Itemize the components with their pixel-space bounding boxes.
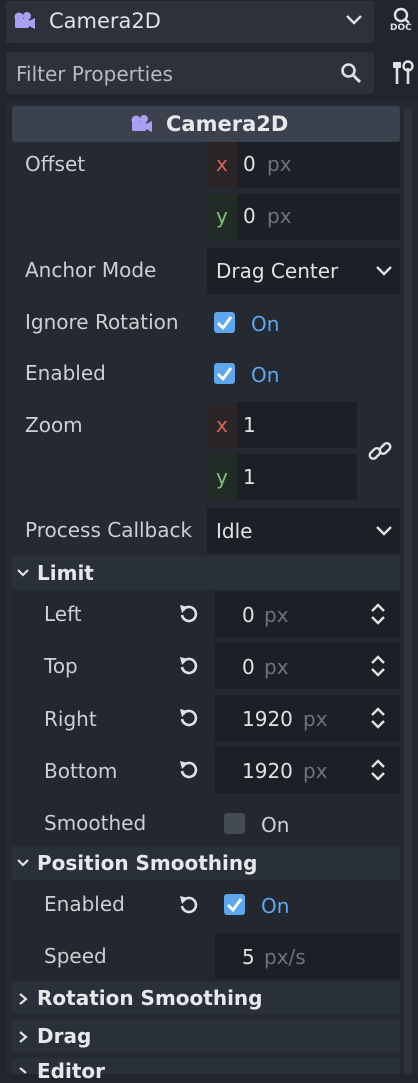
limit-bottom-unit: px <box>303 759 328 783</box>
offset-y-unit: px <box>267 204 292 228</box>
limit-smoothed-label: Smoothed <box>44 811 147 835</box>
chevron-right-icon <box>18 1030 28 1044</box>
limit-bottom-value: 1920 <box>242 759 293 783</box>
enabled-checkbox[interactable] <box>214 363 235 384</box>
enabled-state: On <box>251 363 280 387</box>
limit-top-unit: px <box>264 655 289 679</box>
node-name: Camera2D <box>49 9 161 33</box>
ps-enabled-state: On <box>261 894 290 918</box>
process-callback-value: Idle <box>216 519 253 543</box>
limit-top-label: Top <box>44 654 78 678</box>
zoom-y-value: 1 <box>243 465 256 489</box>
spinner-icon[interactable] <box>369 706 387 730</box>
rotation-smoothing-title: Rotation Smoothing <box>37 986 263 1010</box>
zoom-y-axis-label: y <box>216 465 228 489</box>
offset-x-value: 0 <box>243 152 256 176</box>
offset-x-axis-label: x <box>216 152 228 176</box>
limit-right-value: 1920 <box>242 707 293 731</box>
enabled-label: Enabled <box>25 361 106 385</box>
zoom-x-value: 1 <box>243 413 256 437</box>
chevron-down-icon <box>16 567 30 579</box>
doc-label: DOC <box>390 23 412 33</box>
revert-icon[interactable] <box>178 707 200 729</box>
spinner-icon[interactable] <box>369 602 387 626</box>
revert-icon[interactable] <box>178 655 200 677</box>
camera-icon <box>130 113 154 135</box>
chevron-down-icon[interactable] <box>345 13 363 27</box>
chevron-right-icon <box>18 1066 28 1074</box>
offset-label: Offset <box>25 152 86 176</box>
zoom-x-axis-label: x <box>216 413 228 437</box>
chevron-down-icon <box>16 857 30 869</box>
limit-bottom-label: Bottom <box>44 759 118 783</box>
limit-left-label: Left <box>44 602 82 626</box>
ignore-rotation-field[interactable] <box>207 300 400 346</box>
revert-icon[interactable] <box>178 759 200 781</box>
spinner-icon[interactable] <box>369 758 387 782</box>
ignore-rotation-label: Ignore Rotation <box>25 310 179 334</box>
ps-speed-label: Speed <box>44 944 107 968</box>
limit-right-label: Right <box>44 707 97 731</box>
chevron-right-icon <box>18 992 28 1006</box>
ps-enabled-checkbox[interactable] <box>224 894 245 915</box>
offset-y-value: 0 <box>243 204 256 228</box>
limit-title: Limit <box>37 561 94 585</box>
editor-title: Editor <box>37 1059 105 1083</box>
offset-x-unit: px <box>267 152 292 176</box>
ps-speed-unit: px/s <box>264 945 306 969</box>
revert-icon[interactable] <box>178 894 200 916</box>
drag-title: Drag <box>37 1024 92 1048</box>
ps-speed-value: 5 <box>242 945 255 969</box>
class-title: Camera2D <box>166 112 289 136</box>
limit-smoothed-state: On <box>261 813 290 837</box>
inspector-scrollbar[interactable] <box>404 108 412 1074</box>
anchor-mode-value: Drag Center <box>216 259 339 283</box>
zoom-label: Zoom <box>25 413 83 437</box>
link-icon[interactable] <box>368 439 392 463</box>
chevron-down-icon <box>375 264 393 278</box>
limit-left-value: 0 <box>242 603 255 627</box>
process-callback-label: Process Callback <box>25 518 193 542</box>
limit-smoothed-checkbox[interactable] <box>224 813 245 834</box>
search-icon <box>340 62 362 84</box>
position-smoothing-title: Position Smoothing <box>37 851 258 875</box>
offset-y-axis-label: y <box>216 204 228 228</box>
limit-right-unit: px <box>303 707 328 731</box>
ps-enabled-label: Enabled <box>44 892 125 916</box>
chevron-down-icon <box>375 524 393 538</box>
revert-icon[interactable] <box>178 603 200 625</box>
ignore-rotation-state: On <box>251 312 280 336</box>
camera-icon <box>13 10 37 32</box>
anchor-mode-label: Anchor Mode <box>25 258 157 282</box>
filter-input[interactable] <box>14 59 318 89</box>
ignore-rotation-checkbox[interactable] <box>214 312 235 333</box>
spinner-icon[interactable] <box>369 654 387 678</box>
limit-top-value: 0 <box>242 655 255 679</box>
limit-left-unit: px <box>264 603 289 627</box>
tools-icon[interactable] <box>391 60 415 86</box>
